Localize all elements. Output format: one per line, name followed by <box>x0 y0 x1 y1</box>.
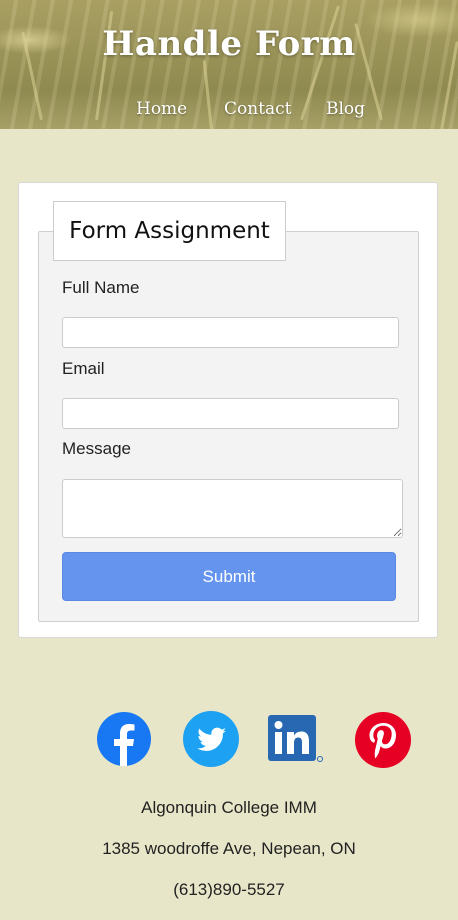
pinterest-icon <box>355 712 411 768</box>
form-card: Form Assignment Full Name Email Message … <box>18 182 438 638</box>
message-label: Message <box>62 439 131 458</box>
twitter-link[interactable] <box>183 711 239 767</box>
footer-phone: (613)890-5527 <box>173 880 285 899</box>
full-name-label: Full Name <box>62 278 140 297</box>
linkedin-icon <box>268 715 323 762</box>
linkedin-link[interactable] <box>268 715 324 763</box>
site-title: Handle Form <box>102 24 356 64</box>
pinterest-link[interactable] <box>355 712 411 768</box>
footer-org: Algonquin College IMM <box>141 798 317 817</box>
nav-link-home[interactable]: Home <box>136 99 187 119</box>
facebook-icon <box>97 712 151 766</box>
nav-link-blog[interactable]: Blog <box>326 99 365 119</box>
main-nav: Home Contact Blog <box>0 99 458 123</box>
email-field[interactable] <box>62 398 399 429</box>
header-banner: Handle Form Home Contact Blog <box>0 0 458 129</box>
form-legend: Form Assignment <box>53 201 286 261</box>
full-name-field[interactable] <box>62 317 399 348</box>
submit-button[interactable]: Submit <box>62 552 396 601</box>
footer-address: 1385 woodroffe Ave, Nepean, ON <box>102 839 356 858</box>
email-label: Email <box>62 359 105 378</box>
message-field[interactable] <box>62 479 403 538</box>
facebook-link[interactable] <box>97 712 151 766</box>
twitter-icon <box>183 711 239 767</box>
nav-link-contact[interactable]: Contact <box>224 99 292 119</box>
